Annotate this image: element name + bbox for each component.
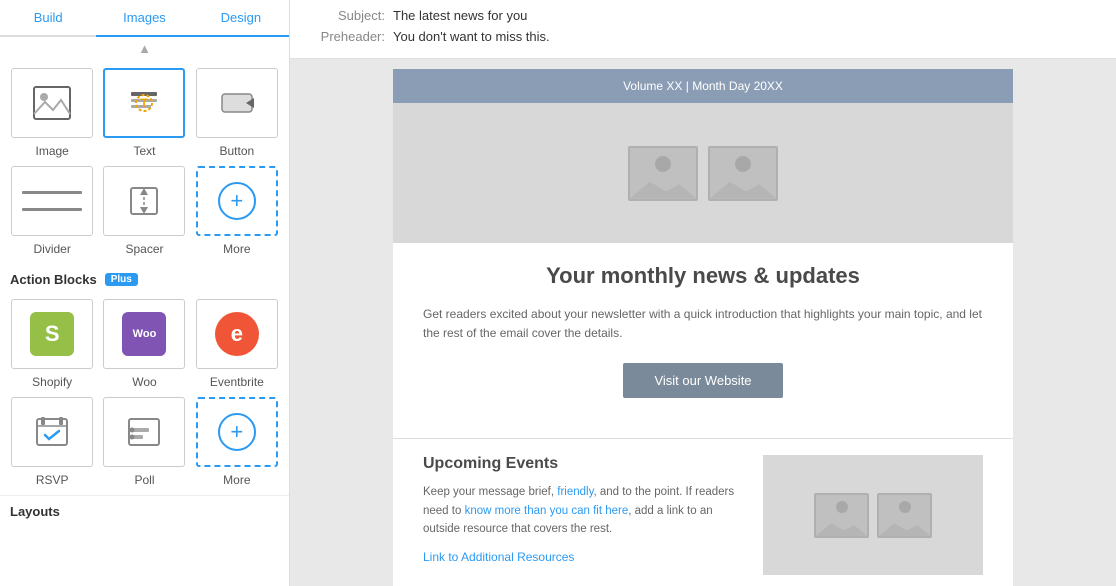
hero-img-icon-1 — [628, 146, 698, 201]
block-more-label: More — [223, 242, 250, 256]
spacer-icon — [103, 166, 185, 236]
preheader-row: Preheader: You don't want to miss this. — [310, 29, 1096, 44]
events-title: Upcoming Events — [423, 455, 747, 473]
email-divider — [393, 438, 1013, 439]
block-spacer-label: Spacer — [125, 242, 163, 256]
action-blocks-label: Action Blocks — [10, 272, 97, 287]
events-body: Keep your message brief, friendly, and t… — [423, 483, 747, 538]
main-content: Subject: The latest news for you Prehead… — [290, 0, 1116, 586]
tab-build[interactable]: Build — [0, 0, 96, 37]
email-meta-header: Subject: The latest news for you Prehead… — [290, 0, 1116, 59]
subject-row: Subject: The latest news for you — [310, 8, 1096, 23]
block-text[interactable]: T Text — [102, 68, 186, 158]
block-button-label: Button — [219, 144, 254, 158]
block-woo-label: Woo — [132, 375, 156, 389]
scroll-up-indicator: ▲ — [0, 37, 289, 60]
cta-button[interactable]: Visit our Website — [623, 363, 783, 398]
preheader-value: You don't want to miss this. — [393, 29, 550, 44]
block-image[interactable]: Image — [10, 68, 94, 158]
block-divider[interactable]: Divider — [10, 166, 94, 256]
action-more-icon: + — [196, 397, 278, 467]
event-img-icon-1 — [814, 493, 869, 538]
hero-image — [393, 103, 1013, 243]
tabs-bar: Build Images Design — [0, 0, 289, 37]
email-preview: Volume XX | Month Day 20XX Your monthly … — [290, 59, 1116, 586]
block-eventbrite[interactable]: e Eventbrite — [195, 299, 279, 389]
action-blocks-grid: S Shopify Woo Woo e Eventbrite — [0, 291, 289, 495]
events-section: Upcoming Events Keep your message brief,… — [393, 455, 1013, 586]
text-icon: T — [103, 68, 185, 138]
image-icon — [11, 68, 93, 138]
woo-icon: Woo — [103, 299, 185, 369]
action-blocks-header: Action Blocks Plus — [0, 264, 289, 291]
svg-text:T: T — [141, 96, 149, 110]
block-button[interactable]: Button — [195, 68, 279, 158]
block-shopify-label: Shopify — [32, 375, 72, 389]
block-poll-label: Poll — [134, 473, 154, 487]
block-rsvp[interactable]: RSVP — [10, 397, 94, 487]
block-divider-label: Divider — [33, 242, 70, 256]
rsvp-icon — [11, 397, 93, 467]
layouts-section: Layouts — [0, 495, 289, 519]
block-poll[interactable]: Poll — [102, 397, 186, 487]
subject-label: Subject: — [310, 8, 385, 23]
email-intro: Get readers excited about your newslette… — [423, 305, 983, 343]
email-body: Your monthly news & updates Get readers … — [393, 243, 1013, 438]
more-content-icon: + — [196, 166, 278, 236]
events-image — [763, 455, 983, 575]
eventbrite-icon: e — [196, 299, 278, 369]
email-volume-header: Volume XX | Month Day 20XX — [393, 69, 1013, 103]
sidebar: Build Images Design ▲ Image — [0, 0, 290, 586]
block-text-label: Text — [133, 144, 155, 158]
block-action-more[interactable]: + More — [195, 397, 279, 487]
block-shopify[interactable]: S Shopify — [10, 299, 94, 389]
tab-design[interactable]: Design — [193, 0, 289, 37]
block-image-label: Image — [35, 144, 68, 158]
content-blocks-grid: Image T Text But — [0, 60, 289, 264]
shopify-icon: S — [11, 299, 93, 369]
block-more[interactable]: + More — [195, 166, 279, 256]
block-rsvp-label: RSVP — [36, 473, 69, 487]
subject-value: The latest news for you — [393, 8, 527, 23]
email-container: Volume XX | Month Day 20XX Your monthly … — [393, 69, 1013, 586]
plus-badge: Plus — [105, 273, 138, 286]
block-spacer[interactable]: Spacer — [102, 166, 186, 256]
divider-icon — [11, 166, 93, 236]
events-text: Upcoming Events Keep your message brief,… — [423, 455, 747, 575]
volume-text: Volume XX | Month Day 20XX — [623, 79, 783, 93]
block-eventbrite-label: Eventbrite — [210, 375, 264, 389]
hero-img-icon-2 — [708, 146, 778, 201]
poll-icon — [103, 397, 185, 467]
tab-images[interactable]: Images — [96, 0, 192, 37]
event-img-icon-2 — [877, 493, 932, 538]
block-woo[interactable]: Woo Woo — [102, 299, 186, 389]
preheader-label: Preheader: — [310, 29, 385, 44]
button-icon — [196, 68, 278, 138]
layouts-label: Layouts — [10, 504, 60, 519]
events-link[interactable]: Link to Additional Resources — [423, 550, 574, 564]
email-headline: Your monthly news & updates — [423, 263, 983, 289]
block-action-more-label: More — [223, 473, 250, 487]
